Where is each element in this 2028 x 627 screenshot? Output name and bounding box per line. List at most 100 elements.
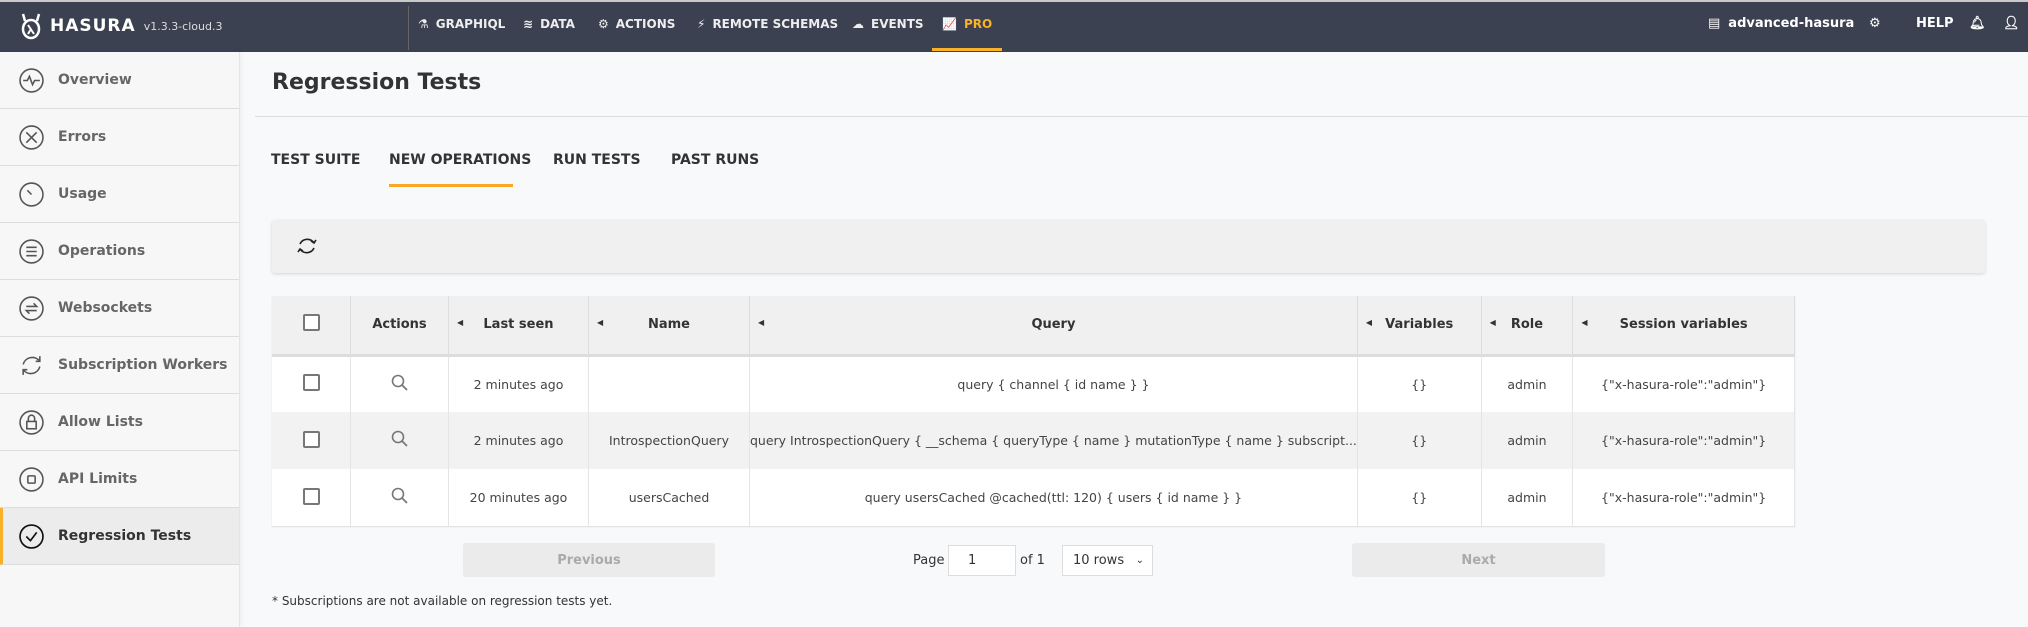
exchange-icon: [19, 295, 44, 321]
cell-role: admin: [1481, 469, 1574, 526]
header-variables[interactable]: ◀ Variables: [1357, 296, 1482, 357]
nav-events[interactable]: ☁ EVENTS: [852, 17, 924, 31]
sidebar-label: Subscription Workers: [58, 357, 228, 373]
project-selector[interactable]: ▤ advanced-hasura: [1708, 16, 1854, 31]
sort-icon[interactable]: ◀: [597, 318, 603, 327]
table-row: 2 minutes ago query { channel { id name …: [272, 355, 1795, 412]
pulse-icon: [19, 67, 44, 93]
stop-icon: [19, 466, 44, 492]
header-session-variables[interactable]: ◀ Session variables: [1572, 296, 1795, 357]
sort-icon[interactable]: ◀: [758, 318, 764, 327]
sidebar: Overview Errors Usage Operations Websock…: [0, 52, 240, 627]
search-icon[interactable]: [350, 469, 449, 526]
nav-label: PRO: [963, 17, 993, 31]
version-label: v1.3.3-cloud.3: [143, 19, 223, 33]
footnote: * Subscriptions are not available on reg…: [272, 594, 613, 608]
nav-actions[interactable]: ⚙ ACTIONS: [598, 17, 675, 31]
header-role[interactable]: ◀ Role: [1481, 296, 1574, 357]
cell-variables: {}: [1357, 412, 1482, 469]
brand-name: HASURA: [50, 16, 136, 36]
sidebar-item-usage[interactable]: Usage: [0, 166, 239, 223]
nav-graphiql[interactable]: ⚗ GRAPHIQL: [418, 17, 505, 31]
cell-session-variables: {"x-hasura-role":"admin"}: [1572, 469, 1795, 526]
nav-label: EVENTS: [871, 17, 924, 31]
sidebar-item-allow-lists[interactable]: Allow Lists: [0, 394, 239, 451]
list-icon: [19, 238, 44, 264]
tab-run-tests[interactable]: RUN TESTS: [553, 152, 641, 168]
sidebar-item-websockets[interactable]: Websockets: [0, 280, 239, 337]
help-link[interactable]: HELP: [1916, 16, 1954, 31]
active-tab-indicator: [389, 184, 513, 187]
rows-select-value: 10 rows: [1073, 553, 1125, 568]
sidebar-label: Allow Lists: [58, 414, 143, 430]
page-input[interactable]: 1: [948, 545, 1016, 576]
divider: [255, 116, 2028, 117]
sidebar-item-subscription-workers[interactable]: Subscription Workers: [0, 337, 239, 394]
tab-new-operations[interactable]: NEW OPERATIONS: [389, 152, 531, 168]
settings-icon[interactable]: ⚙: [1869, 16, 1881, 31]
nav-divider: [408, 6, 409, 50]
row-checkbox[interactable]: [272, 355, 352, 412]
search-icon[interactable]: [350, 355, 449, 412]
header-label: Query: [1031, 317, 1076, 333]
header-actions: Actions: [350, 296, 449, 357]
table-row: 2 minutes ago IntrospectionQuery query I…: [272, 412, 1795, 469]
rows-per-page-select[interactable]: 10 rows ⌄: [1062, 545, 1153, 576]
nav-pro[interactable]: 📈 PRO: [942, 17, 992, 31]
previous-button[interactable]: Previous: [463, 543, 715, 577]
cloud-icon: ☁: [852, 17, 864, 31]
header-label: Variables: [1385, 317, 1454, 333]
operations-table: Actions ◀ Last seen ◀ Name ◀ Query ◀ Variabl…: [272, 296, 1795, 526]
sidebar-item-regression-tests[interactable]: Regression Tests: [0, 508, 239, 565]
next-button[interactable]: Next: [1352, 543, 1605, 577]
chart-line-icon: 📈: [942, 17, 957, 31]
bell-icon[interactable]: 🔔︎: [1969, 16, 1986, 31]
header-label: Last seen: [483, 317, 554, 333]
tab-past-runs[interactable]: PAST RUNS: [671, 152, 759, 168]
sidebar-label: API Limits: [58, 471, 138, 487]
chevron-down-icon: ⌄: [1135, 555, 1144, 566]
cell-role: admin: [1481, 355, 1574, 412]
sort-icon[interactable]: ◀: [1581, 318, 1587, 327]
header-last-seen[interactable]: ◀ Last seen: [448, 296, 589, 357]
cell-variables: {}: [1357, 355, 1482, 412]
table-header: Actions ◀ Last seen ◀ Name ◀ Query ◀ Variabl…: [272, 296, 1795, 357]
sidebar-item-errors[interactable]: Errors: [0, 109, 239, 166]
cell-last-seen: 20 minutes ago: [448, 469, 589, 526]
sync-icon: [22, 355, 41, 375]
sort-icon[interactable]: ◀: [1490, 318, 1496, 327]
sidebar-label: Websockets: [58, 300, 153, 316]
select-all-checkbox[interactable]: [272, 296, 352, 357]
sort-icon[interactable]: ◀: [457, 318, 463, 327]
row-checkbox[interactable]: [272, 412, 352, 469]
header-name[interactable]: ◀ Name: [588, 296, 751, 357]
cell-last-seen: 2 minutes ago: [448, 355, 589, 412]
search-icon[interactable]: [350, 412, 449, 469]
nav-label: DATA: [540, 17, 575, 31]
nav-data[interactable]: ≋ DATA: [523, 17, 575, 31]
header-query[interactable]: ◀ Query: [749, 296, 1358, 357]
page-title: Regression Tests: [272, 70, 482, 95]
cell-variables: {}: [1357, 469, 1482, 526]
row-checkbox[interactable]: [272, 469, 352, 526]
user-icon[interactable]: 👤︎: [2003, 16, 2020, 31]
header-label: Session variables: [1619, 317, 1748, 333]
cell-session-variables: {"x-hasura-role":"admin"}: [1572, 355, 1795, 412]
database-icon: ≋: [523, 17, 534, 31]
lock-icon: [19, 409, 44, 435]
page-count: of 1: [1020, 553, 1045, 568]
cell-name: usersCached: [588, 469, 751, 526]
hasura-logo[interactable]: HASURA v1.3.3-cloud.3: [20, 12, 222, 40]
sidebar-item-overview[interactable]: Overview: [0, 52, 239, 109]
nav-remote-schemas[interactable]: ⚡ REMOTE SCHEMAS: [697, 17, 838, 31]
sidebar-item-operations[interactable]: Operations: [0, 223, 239, 280]
refresh-icon[interactable]: [294, 234, 320, 258]
sidebar-label: Usage: [58, 186, 107, 202]
check-circle-icon: [19, 523, 44, 549]
sidebar-label: Errors: [58, 129, 107, 145]
sort-icon[interactable]: ◀: [1366, 318, 1372, 327]
tab-test-suite[interactable]: TEST SUITE: [271, 152, 360, 168]
header-label: Role: [1510, 317, 1544, 333]
sidebar-item-api-limits[interactable]: API Limits: [0, 451, 239, 508]
sidebar-label: Overview: [58, 72, 132, 88]
